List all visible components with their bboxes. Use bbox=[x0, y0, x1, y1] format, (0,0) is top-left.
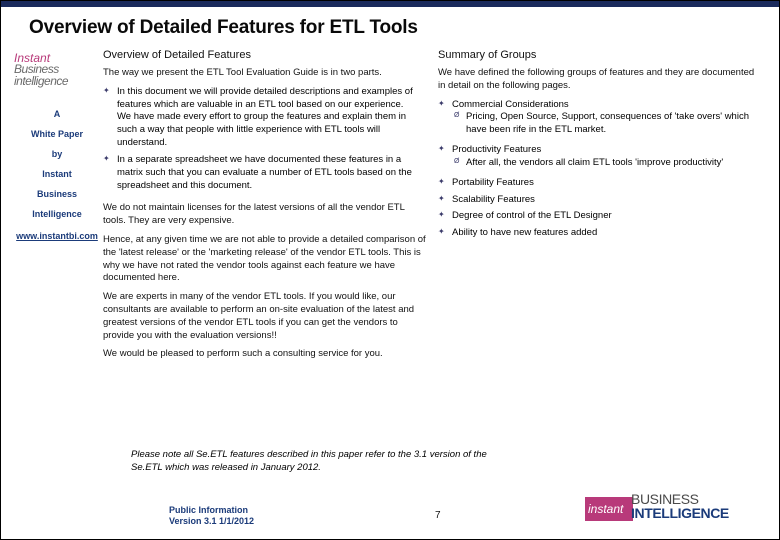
left-intro: The way we present the ETL Tool Evaluati… bbox=[103, 67, 428, 80]
slide-page: Overview of Detailed Features for ETL To… bbox=[0, 0, 780, 540]
sub-item: After all, the vendors all claim ETL too… bbox=[466, 157, 763, 173]
pub-line-2: Version 3.1 1/1/2012 bbox=[169, 516, 254, 527]
sidebar-line: by bbox=[11, 149, 103, 159]
sidebar-website-link[interactable]: www.instantbi.com bbox=[11, 231, 103, 241]
left-para: We do not maintain licenses for the late… bbox=[103, 202, 428, 228]
left-column: Overview of Detailed Features The way we… bbox=[103, 49, 428, 367]
left-para: Hence, at any given time we are not able… bbox=[103, 234, 428, 285]
footer-logo-box: instant bbox=[585, 497, 633, 521]
logo-word-3: intelligence bbox=[14, 74, 68, 88]
publication-info: Public Information Version 3.1 1/1/2012 bbox=[169, 505, 254, 527]
sidebar-line: A bbox=[11, 109, 103, 119]
list-item: Ability to have new features added bbox=[452, 227, 763, 244]
right-column: Summary of Groups We have defined the fo… bbox=[438, 49, 763, 367]
group-label: Productivity Features bbox=[452, 144, 541, 155]
group-label: Scalability Features bbox=[452, 194, 535, 205]
list-item: Scalability Features bbox=[452, 194, 763, 211]
sub-text: After all, the vendors all claim ETL too… bbox=[466, 157, 723, 168]
left-para: We would be pleased to perform such a co… bbox=[103, 348, 428, 361]
sidebar-line: Intelligence bbox=[11, 209, 103, 219]
list-item: In this document we will provide detaile… bbox=[117, 86, 428, 154]
list-item: Commercial Considerations Pricing, Open … bbox=[452, 99, 763, 144]
two-columns: Overview of Detailed Features The way we… bbox=[103, 49, 763, 367]
footnote: Please note all Se.ETL features describe… bbox=[131, 449, 511, 475]
page-number: 7 bbox=[435, 510, 441, 521]
group-label: Portability Features bbox=[452, 177, 534, 188]
sub-text: Pricing, Open Source, Support, consequen… bbox=[466, 111, 749, 135]
left-para: We are experts in many of the vendor ETL… bbox=[103, 291, 428, 342]
page-title: Overview of Detailed Features for ETL To… bbox=[29, 17, 779, 39]
left-heading: Overview of Detailed Features bbox=[103, 49, 428, 61]
footer-logo: instant BUSINESS INTELLIGENCE bbox=[585, 493, 763, 525]
footer-logo-word-2: INTELLIGENCE bbox=[631, 505, 729, 521]
right-heading: Summary of Groups bbox=[438, 49, 763, 61]
bullet-text: In a separate spreadsheet we have docume… bbox=[117, 154, 412, 191]
group-label: Ability to have new features added bbox=[452, 227, 597, 238]
bullet-text: In this document we will provide detaile… bbox=[117, 86, 413, 148]
sidebar: Instant Business intelligence A White Pa… bbox=[11, 49, 103, 367]
title-row: Overview of Detailed Features for ETL To… bbox=[1, 7, 779, 45]
sidebar-line: Business bbox=[11, 189, 103, 199]
group-label: Commercial Considerations bbox=[452, 99, 569, 110]
sidebar-logo: Instant Business intelligence bbox=[14, 51, 100, 95]
pub-line-1: Public Information bbox=[169, 505, 254, 516]
list-item: Productivity Features After all, the ven… bbox=[452, 144, 763, 177]
content-area: Instant Business intelligence A White Pa… bbox=[1, 45, 779, 367]
sub-item: Pricing, Open Source, Support, consequen… bbox=[466, 111, 763, 140]
right-intro: We have defined the following groups of … bbox=[438, 67, 763, 93]
left-bullets: In this document we will provide detaile… bbox=[103, 86, 428, 197]
list-item: Portability Features bbox=[452, 177, 763, 194]
group-label: Degree of control of the ETL Designer bbox=[452, 210, 612, 221]
sidebar-line: Instant bbox=[11, 169, 103, 179]
list-item: In a separate spreadsheet we have docume… bbox=[117, 154, 428, 196]
list-item: Degree of control of the ETL Designer bbox=[452, 210, 763, 227]
sidebar-line: White Paper bbox=[11, 129, 103, 139]
right-groups: Commercial Considerations Pricing, Open … bbox=[438, 99, 763, 244]
